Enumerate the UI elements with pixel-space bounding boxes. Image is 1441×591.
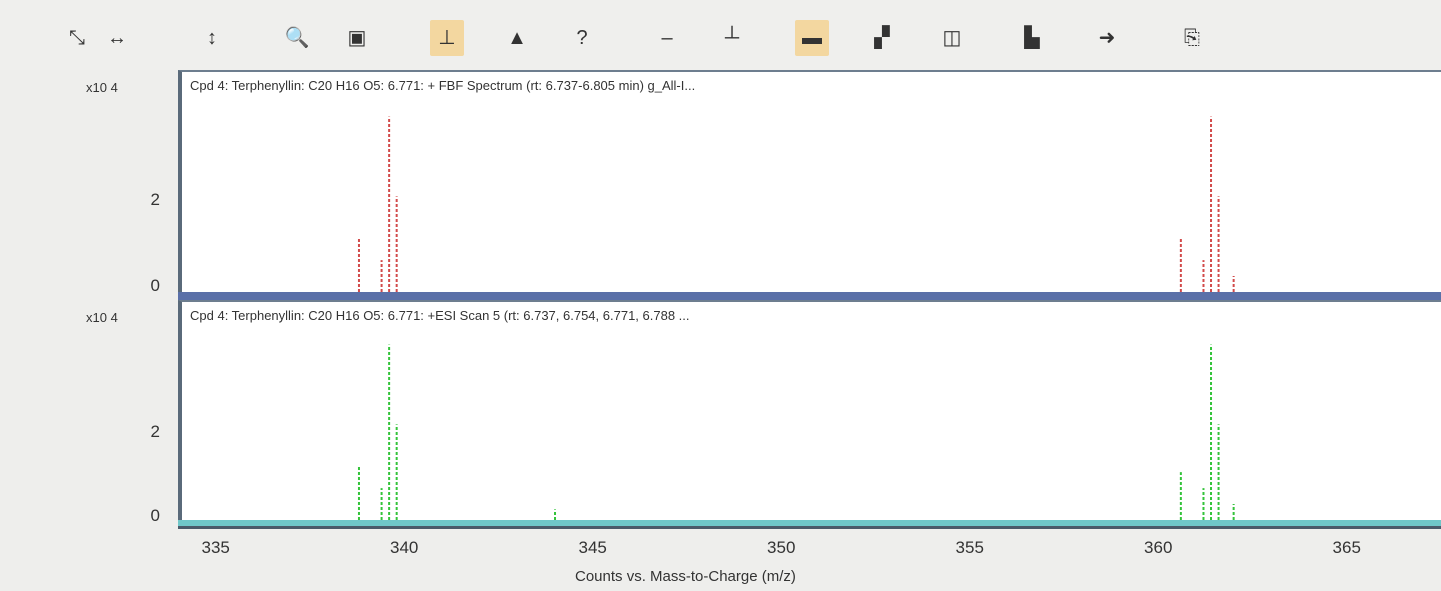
x-axis-title: Counts vs. Mass-to-Charge (m/z) [575, 568, 796, 585]
export-button[interactable]: ⎘ [1175, 20, 1209, 56]
y-tick-bottom-0: 0 [150, 506, 160, 525]
autoscale-x-icon: ↔ [107, 27, 127, 49]
magnifier-button[interactable]: 🔍 [280, 20, 314, 56]
properties-icon: ▣ [347, 27, 367, 49]
x-tick-label: 350 [767, 538, 796, 557]
properties-button[interactable]: ▣ [340, 20, 374, 56]
peak-label-button[interactable]: ⊥ [430, 20, 464, 56]
y-tick-top-2: 2 [150, 190, 160, 209]
spectrum-chart-bottom [357, 344, 1235, 520]
multi-plot-button[interactable]: ▞ [865, 20, 899, 56]
minus-button[interactable]: – [650, 20, 684, 56]
y-multiplier-bottom: x10 4 [86, 310, 118, 325]
minus-icon: – [661, 27, 673, 49]
y-tick-bottom-2: 2 [150, 422, 160, 441]
single-peak-icon: ┴ [724, 27, 740, 49]
help-icon: ? [576, 27, 588, 49]
toolbar: ⤡ ↔ ↕ 🔍 ▣ ⊥ ▲? – ┴ ▬ ▞ ◫ ▙ ➜ ⎘ [0, 0, 1441, 70]
zoom-fit-button[interactable]: ⤡ [60, 20, 94, 56]
single-peak-button[interactable]: ┴ [715, 20, 749, 56]
bar-chart-icon: ▙ [1024, 27, 1040, 49]
export-icon: ⎘ [1184, 27, 1200, 49]
spectrum-chart-top [357, 116, 1235, 292]
overlay-range-button[interactable]: ▬ [795, 20, 829, 56]
panel-title-bottom: Cpd 4: Terphenyllin: C20 H16 O5: 6.771: … [190, 308, 690, 323]
autoscale-y-icon: ↕ [207, 27, 217, 49]
x-tick-label: 365 [1332, 538, 1361, 557]
green-spectrum-button[interactable]: ▲ [500, 20, 534, 56]
zoom-fit-icon: ⤡ [69, 27, 85, 49]
x-tick-label: 360 [1144, 538, 1173, 557]
x-tick-label: 345 [578, 538, 607, 557]
x-tick-label: 355 [955, 538, 984, 557]
window-button[interactable]: ◫ [935, 20, 969, 56]
window-icon: ◫ [942, 27, 962, 49]
y-tick-top-0: 0 [150, 276, 160, 295]
magnifier-icon: 🔍 [284, 27, 310, 49]
arrow-right-button[interactable]: ➜ [1090, 20, 1124, 56]
x-tick-label: 340 [390, 538, 419, 557]
peak-label-icon: ⊥ [438, 27, 456, 49]
panel-title-top: Cpd 4: Terphenyllin: C20 H16 O5: 6.771: … [190, 78, 696, 93]
green-spectrum-icon: ▲ [507, 27, 527, 49]
arrow-right-icon: ➜ [1098, 27, 1116, 49]
autoscale-y-button[interactable]: ↕ [195, 20, 229, 56]
x-axis-line [178, 526, 1441, 529]
bar-chart-button[interactable]: ▙ [1015, 20, 1049, 56]
autoscale-x-button[interactable]: ↔ [100, 20, 134, 56]
overlay-range-icon: ▬ [802, 27, 822, 49]
y-multiplier-top: x10 4 [86, 80, 118, 95]
baseline-top [178, 292, 1441, 300]
multi-plot-icon: ▞ [874, 27, 890, 49]
help-button[interactable]: ? [565, 20, 599, 56]
plot-area: x10 4 2 0 Cpd 4: Terphenyllin: C20 H16 O… [0, 68, 1441, 591]
x-tick-label: 335 [201, 538, 230, 557]
